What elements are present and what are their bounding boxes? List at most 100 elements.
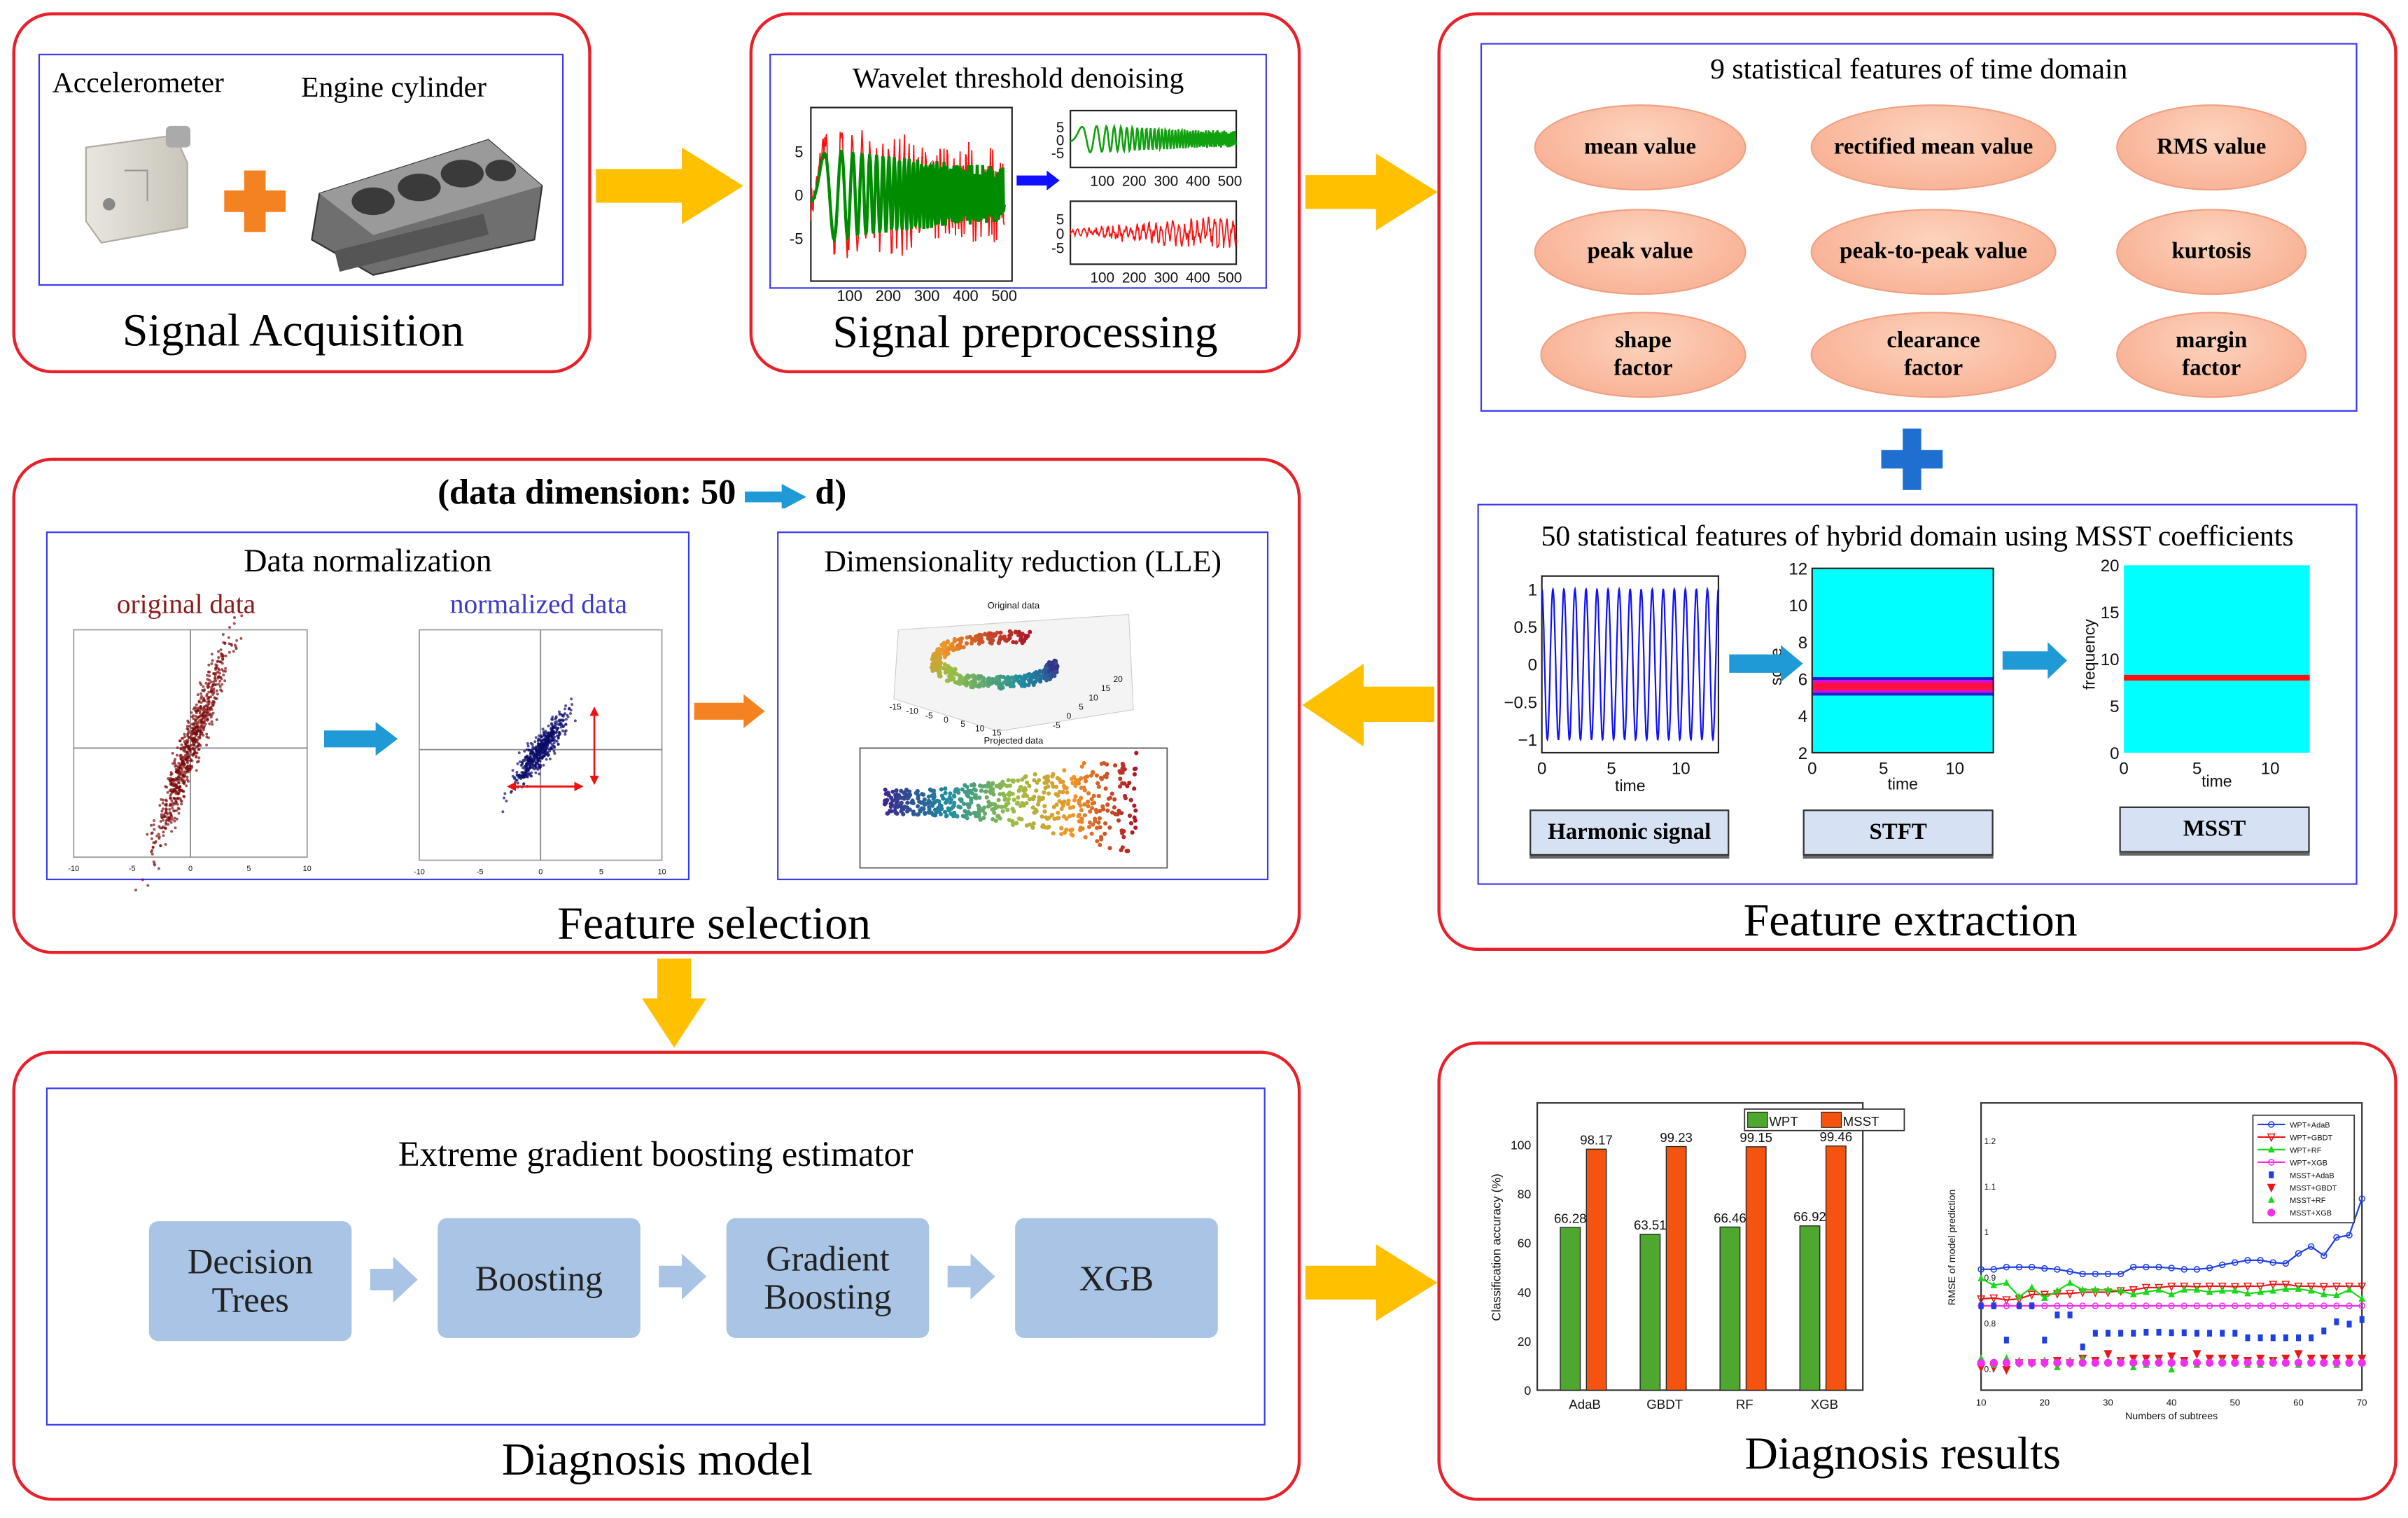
data-point xyxy=(196,725,200,728)
data-point xyxy=(195,751,199,755)
data-point xyxy=(176,807,180,810)
data-point xyxy=(1120,845,1125,850)
data-point xyxy=(1018,803,1023,809)
data-point xyxy=(526,742,529,745)
data-point xyxy=(208,722,211,725)
data-point xyxy=(178,788,181,791)
x-tick-label: AdaB xyxy=(1569,1397,1601,1412)
data-point xyxy=(1098,825,1102,830)
data-point xyxy=(232,650,235,653)
data-point xyxy=(170,789,173,793)
data-point xyxy=(1096,820,1101,825)
data-point xyxy=(976,809,981,814)
data-point xyxy=(214,683,218,686)
harmonic-wave-line xyxy=(1541,586,1719,742)
data-point xyxy=(544,730,547,733)
data-point xyxy=(943,786,948,791)
x-tick-label: 300 xyxy=(914,287,940,305)
data-point xyxy=(1102,821,1108,826)
data-point xyxy=(189,750,192,753)
y-tick-label: 20 xyxy=(1113,674,1123,684)
y-tick-label: 10 xyxy=(1788,597,1807,615)
data-point xyxy=(906,793,911,798)
legend-label: MSST+AdaB xyxy=(2290,1171,2334,1180)
data-point xyxy=(190,765,194,768)
marker xyxy=(2169,1329,2174,1337)
data-point xyxy=(932,791,937,796)
data-point xyxy=(201,688,204,692)
data-point xyxy=(195,714,197,718)
data-point xyxy=(206,670,210,674)
data-point xyxy=(570,697,573,701)
data-point xyxy=(554,716,558,720)
data-point xyxy=(533,740,537,744)
data-point xyxy=(1028,629,1032,634)
y-tick-label: 0.5 xyxy=(1514,618,1538,637)
data-point xyxy=(191,737,195,740)
data-point xyxy=(1133,808,1138,813)
data-point xyxy=(939,787,944,792)
data-point xyxy=(1123,795,1128,801)
data-point xyxy=(537,737,540,741)
data-point xyxy=(960,814,966,819)
marker xyxy=(2244,1358,2252,1367)
data-point xyxy=(176,796,180,800)
data-point xyxy=(195,745,198,748)
data-point xyxy=(1099,761,1104,766)
data-point xyxy=(176,771,179,774)
marker xyxy=(2332,1358,2341,1367)
data-point xyxy=(1006,792,1011,797)
data-point xyxy=(889,795,894,800)
data-point xyxy=(942,655,947,660)
data-point xyxy=(216,675,220,678)
data-point xyxy=(1018,784,1023,790)
data-point xyxy=(1055,776,1060,781)
data-point xyxy=(179,758,183,761)
data-point xyxy=(220,690,223,693)
data-point xyxy=(153,819,156,822)
data-point xyxy=(177,812,181,815)
data-point xyxy=(904,809,910,814)
marker xyxy=(2091,1358,2099,1367)
data-point xyxy=(195,703,198,706)
data-point xyxy=(191,753,195,757)
data-point xyxy=(1004,638,1009,643)
data-point xyxy=(528,757,531,760)
x-tick-label: 400 xyxy=(1186,270,1210,286)
data-point xyxy=(174,778,177,781)
x-tick-label: 10 xyxy=(657,868,666,876)
data-point xyxy=(235,639,239,642)
data-point xyxy=(1027,671,1032,676)
data-point xyxy=(547,732,551,735)
bar-legend: WPT MSST xyxy=(1744,1108,1905,1131)
data-point xyxy=(1132,786,1137,791)
data-point xyxy=(211,704,214,707)
data-point xyxy=(916,804,920,809)
y-tick-label: 12 xyxy=(1788,560,1807,579)
data-point xyxy=(199,705,202,709)
data-point xyxy=(1097,816,1102,821)
data-point xyxy=(205,735,209,739)
data-point xyxy=(1032,674,1037,678)
data-point xyxy=(218,685,222,688)
data-point xyxy=(1079,776,1084,781)
arrow-head xyxy=(589,775,599,786)
data-point xyxy=(1132,772,1137,777)
data-point xyxy=(214,667,218,671)
data-point xyxy=(173,788,176,792)
data-point xyxy=(1089,831,1094,836)
data-point xyxy=(962,681,967,686)
data-point xyxy=(570,703,574,706)
marker xyxy=(2359,1316,2365,1323)
data-point xyxy=(162,798,165,802)
data-point xyxy=(1122,781,1127,786)
data-point xyxy=(1023,774,1028,779)
data-point xyxy=(953,667,958,671)
data-point xyxy=(886,811,890,816)
data-point xyxy=(206,705,209,709)
data-point xyxy=(179,799,183,802)
marker xyxy=(2066,1358,2074,1367)
wavelet-noise-plot: 100 200 300 400 50050-5 xyxy=(1051,200,1242,286)
data-point xyxy=(195,769,198,772)
marker xyxy=(2269,1171,2274,1178)
